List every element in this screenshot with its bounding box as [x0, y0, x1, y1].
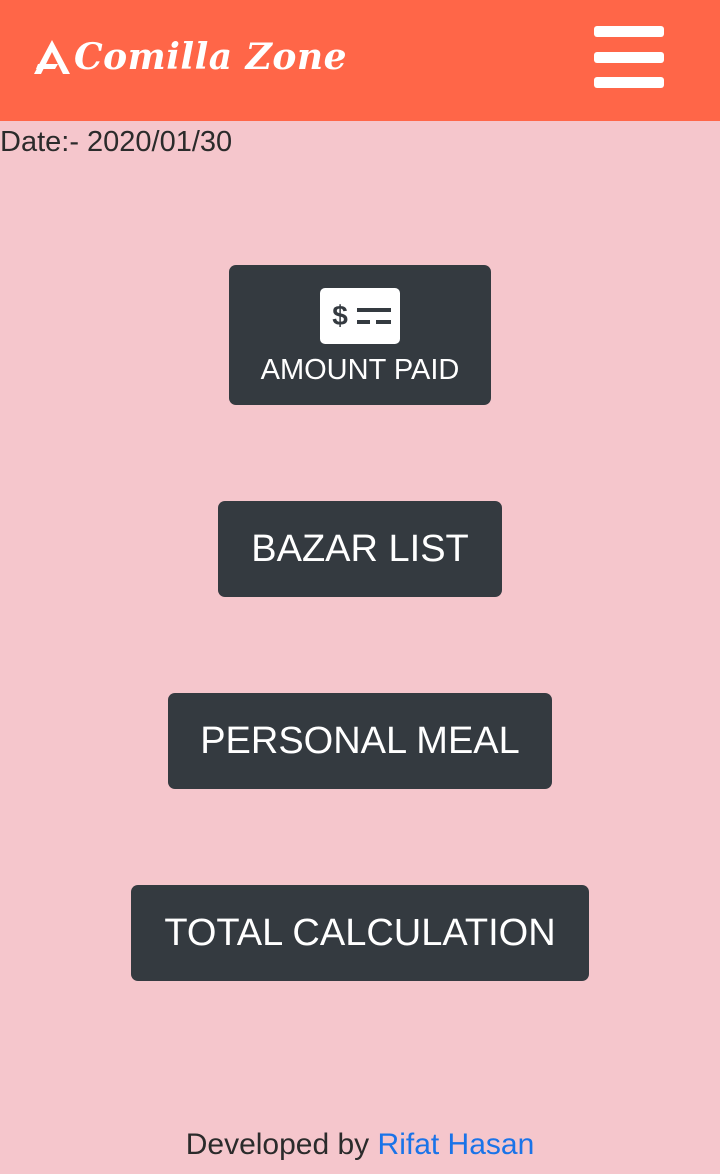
brand-link[interactable]: Comilla Zone [32, 32, 347, 82]
developer-link[interactable]: Rifat Hasan [378, 1128, 535, 1161]
menu-toggle-button[interactable] [592, 26, 666, 90]
hamburger-menu-icon-bar [594, 77, 664, 88]
bazar-list-button[interactable]: BAZAR LIST [218, 501, 502, 597]
personal-meal-button[interactable]: PERSONAL MEAL [168, 693, 552, 789]
brand-name: Comilla Zone [74, 36, 348, 78]
hamburger-menu-icon [594, 26, 664, 37]
footer: Developed by Rifat Hasan [0, 1128, 720, 1162]
date-label: Date:- 2020/01/30 [0, 126, 233, 158]
footer-credit-text: Developed by [185, 1128, 370, 1161]
amount-paid-label: AMOUNT PAID [260, 353, 460, 386]
amount-paid-button[interactable]: $ AMOUNT PAID [229, 265, 491, 405]
hamburger-menu-icon-bar [594, 52, 664, 63]
navbar: Comilla Zone [0, 0, 720, 121]
money-check-icon: $ [320, 287, 400, 344]
total-calculation-button[interactable]: TOTAL CALCULATION [131, 885, 589, 981]
svg-text:$: $ [332, 300, 348, 331]
brand-logo-icon [34, 40, 70, 74]
